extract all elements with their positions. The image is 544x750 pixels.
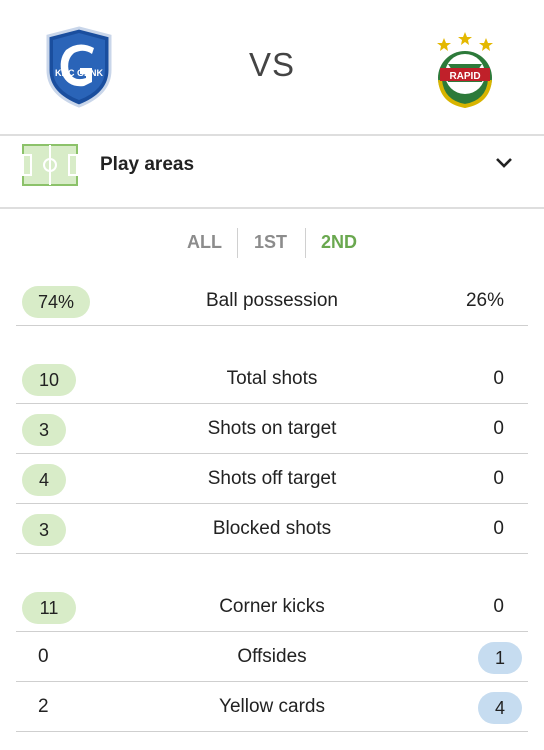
away-value: 0 [493,468,504,489]
stat-row-shots-on-target: 3 Shots on target 0 [16,404,528,454]
versus-label: VS [248,46,296,83]
home-value: 3 [22,514,66,546]
pitch-icon [22,144,78,186]
period-tabs: ALL 1ST 2ND [0,228,544,258]
row-divider [16,731,528,732]
stat-row-total-shots: 10 Total shots 0 [16,354,528,404]
home-value: 0 [38,646,49,667]
play-areas-divider [0,207,544,209]
home-value: 10 [22,364,76,396]
stat-row-shots-off-target: 4 Shots off target 0 [16,454,528,504]
row-divider [16,325,528,326]
stat-label: Shots off target [207,468,337,489]
stat-row-offsides: 0 Offsides 1 [16,632,528,682]
away-value: 0 [493,596,504,617]
tab-separator [305,228,306,258]
stat-label: Corner kicks [219,596,325,617]
play-areas-label: Play areas [100,154,195,175]
stat-row-yellow-cards: 2 Yellow cards 4 [16,682,528,732]
home-value: 2 [38,696,49,717]
stat-label: Blocked shots [212,518,332,539]
stat-label: Yellow cards [219,696,325,717]
tab-all[interactable]: ALL [187,232,222,253]
match-header: KRC GENK VS RAPID [0,0,544,134]
home-value: 3 [22,414,66,446]
home-value: 11 [22,592,76,624]
home-team-crest-icon[interactable]: KRC GENK [44,26,114,108]
row-divider [16,553,528,554]
away-value: 0 [493,518,504,539]
away-crest-text: RAPID [449,71,480,82]
stat-label: Total shots [226,368,318,389]
away-value: 0 [493,368,504,389]
stat-row-ball-possession: 74% Ball possession 26% [16,276,528,326]
stat-label: Offsides [237,646,307,667]
chevron-down-icon[interactable] [494,156,514,170]
home-value: 4 [22,464,66,496]
home-value: 74% [22,286,90,318]
away-value: 0 [493,418,504,439]
away-value: 1 [478,642,522,674]
tab-separator [237,228,238,258]
away-value: 26% [465,290,504,311]
play-areas-toggle[interactable]: Play areas [0,136,544,208]
tab-second-half[interactable]: 2ND [321,232,357,253]
stat-label: Ball possession [205,290,339,311]
away-team-crest-icon[interactable]: RAPID [432,28,498,108]
stat-row-corner-kicks: 11 Corner kicks 0 [16,582,528,632]
home-crest-text: KRC GENK [55,68,104,78]
stat-label: Shots on target [207,418,337,439]
stat-row-blocked-shots: 3 Blocked shots 0 [16,504,528,554]
away-value: 4 [478,692,522,724]
tab-first-half[interactable]: 1ST [254,232,287,253]
